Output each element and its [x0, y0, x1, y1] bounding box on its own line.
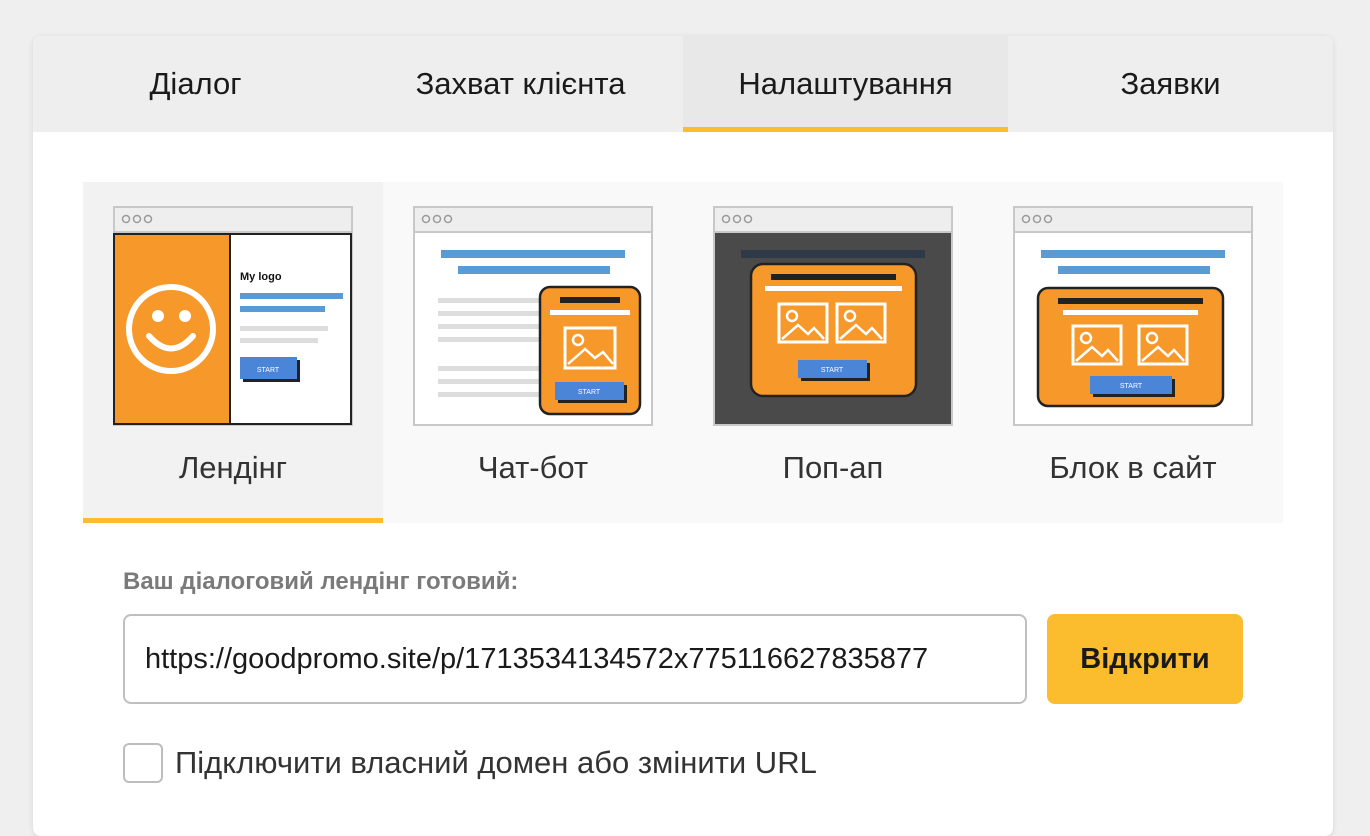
tab-client-capture[interactable]: Захват клієнта — [358, 36, 683, 132]
type-site-block[interactable]: START Блок в сайт — [983, 182, 1283, 523]
settings-card: Діалог Захват клієнта Налаштування Заявк… — [33, 36, 1333, 836]
landing-url-field[interactable] — [123, 614, 1027, 704]
type-label: Блок в сайт — [1049, 450, 1217, 485]
preview-start-text: START — [1120, 383, 1143, 390]
landing-ready-label: Ваш діалоговий лендінг готовий: — [123, 568, 519, 595]
tab-bar: Діалог Захват клієнта Налаштування Заявк… — [33, 36, 1333, 132]
type-label: Чат-бот — [477, 450, 589, 485]
preview-logo-text: My logo — [240, 271, 282, 283]
custom-domain-label[interactable]: Підключити власний домен або змінити URL — [175, 745, 817, 781]
tab-dialog[interactable]: Діалог — [33, 36, 358, 132]
tab-settings[interactable]: Налаштування — [683, 36, 1008, 132]
type-label: Лендінг — [178, 450, 288, 485]
preview-start-text: START — [257, 367, 280, 374]
site-block-preview-icon: START — [1013, 206, 1253, 426]
type-chatbot[interactable]: START Чат-бот — [383, 182, 683, 523]
custom-domain-checkbox[interactable] — [123, 743, 163, 783]
chatbot-preview-icon: START — [413, 206, 653, 426]
type-label: Поп-ап — [782, 450, 884, 485]
display-type-selector: My logo START Лендінг START Чат-бот STAR… — [83, 182, 1283, 523]
landing-preview-icon: My logo START — [113, 206, 353, 426]
tab-requests[interactable]: Заявки — [1008, 36, 1333, 132]
open-button[interactable]: Відкрити — [1047, 614, 1243, 704]
preview-start-text: START — [821, 367, 844, 374]
type-popup[interactable]: START Поп-ап — [683, 182, 983, 523]
preview-start-text: START — [578, 389, 601, 396]
type-landing[interactable]: My logo START Лендінг — [83, 182, 383, 523]
popup-preview-icon: START — [713, 206, 953, 426]
